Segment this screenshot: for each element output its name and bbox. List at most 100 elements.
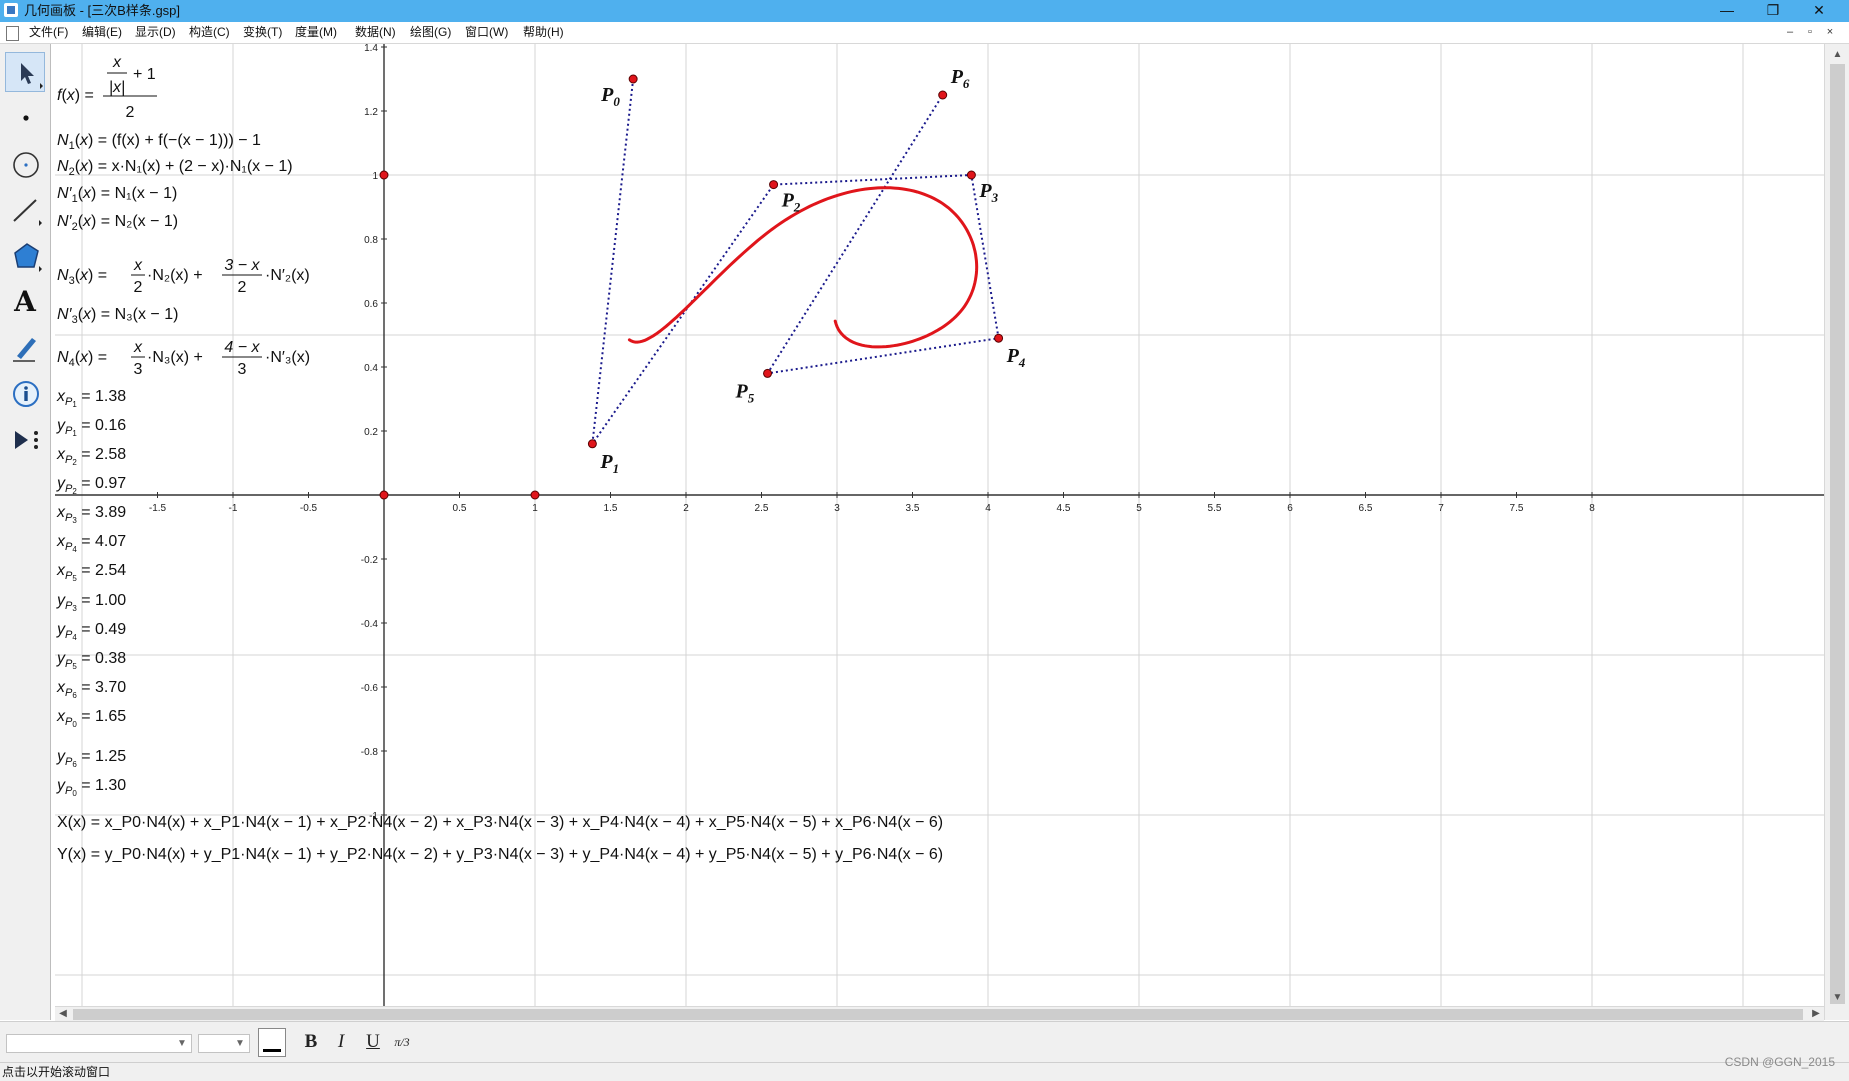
polygon-tool[interactable] <box>5 236 45 276</box>
mdi-restore-button[interactable]: ▫ <box>1802 25 1818 40</box>
f-inner-numerator: x <box>112 54 122 71</box>
text-tool[interactable]: A <box>5 282 45 322</box>
menu-window[interactable]: 窗口(W) <box>465 25 508 40</box>
N3-prime-definition: N′3(x) = N₃(x − 1) <box>57 306 178 326</box>
minimize-button[interactable]: — <box>1704 0 1750 22</box>
custom-tool[interactable] <box>5 420 45 460</box>
x-tick-label: 1.5 <box>604 503 618 514</box>
measurement-y-p0: yP0 = 1.30 <box>56 777 126 798</box>
document-icon[interactable] <box>6 26 19 41</box>
font-size-select[interactable]: ▼ <box>198 1034 250 1053</box>
fraction-numerator: 3 − x <box>224 257 260 274</box>
point-tool[interactable] <box>5 98 45 138</box>
N1-prime-definition: N′1(x) = N₁(x − 1) <box>57 185 177 205</box>
point-letter: P <box>735 380 749 402</box>
control-point-label: P5 <box>735 380 755 405</box>
x-tick-label: 7.5 <box>1510 503 1524 514</box>
measurement-value: = 3.70 <box>77 679 126 696</box>
text-color-button[interactable] <box>258 1028 286 1057</box>
formula-span: ) = x·N₁(x) + (2 − x)·N₁(x − 1) <box>88 158 293 175</box>
control-point-label: P2 <box>781 190 801 215</box>
y-tick-label: 0.2 <box>364 427 378 438</box>
underline-button[interactable]: U <box>361 1030 385 1054</box>
formula-span: Y(x) = y_P0·N4(x) + y_P1·N4(x − 1) + y_P… <box>57 846 943 863</box>
menu-file[interactable]: 文件(F) <box>29 25 68 40</box>
control-polygon <box>591 78 1000 445</box>
menu-graph[interactable]: 绘图(G) <box>410 25 451 40</box>
menu-bar: 文件(F) 编辑(E) 显示(D) 构造(C) 变换(T) 度量(M) 数据(N… <box>0 22 1849 44</box>
measurement-value: = 1.00 <box>77 592 126 609</box>
app-icon <box>4 3 18 17</box>
unit-point <box>379 170 389 180</box>
restore-button[interactable]: ❐ <box>1750 0 1796 22</box>
horizontal-scrollbar[interactable]: ◀ ▶ <box>55 1006 1824 1021</box>
measurement-x-p5: xP5 = 2.54 <box>56 562 126 583</box>
point-subscript: 6 <box>963 76 970 91</box>
measurement-y-p3: yP3 = 1.00 <box>56 592 126 613</box>
x-tick-label: 8 <box>1589 503 1595 514</box>
measurement-x-p0: xP0 = 1.65 <box>56 708 126 729</box>
mdi-minimize-button[interactable]: – <box>1782 25 1798 40</box>
scroll-down-arrow-icon[interactable]: ▼ <box>1825 989 1849 1007</box>
scroll-up-arrow-icon[interactable]: ▲ <box>1825 46 1849 64</box>
measurement-x-p1: xP1 = 1.38 <box>56 388 126 409</box>
point-subscript: 5 <box>748 390 755 405</box>
x-tick-label: -1 <box>229 503 238 514</box>
horizontal-scroll-thumb[interactable] <box>73 1009 1803 1020</box>
menu-construct[interactable]: 构造(C) <box>189 25 230 40</box>
straightedge-tool[interactable] <box>5 190 45 230</box>
control-point <box>966 170 976 180</box>
menu-data[interactable]: 数据(N) <box>355 25 396 40</box>
scroll-right-arrow-icon[interactable]: ▶ <box>1808 1007 1824 1021</box>
formula-span: ·N₂(x) + <box>147 267 203 284</box>
close-button[interactable]: ✕ <box>1796 0 1842 22</box>
menu-edit[interactable]: 编辑(E) <box>82 25 122 40</box>
point-letter: P <box>599 451 613 473</box>
bspline-curve <box>627 186 979 349</box>
X-parametric-definition: X(x) = x_P0·N4(x) + x_P1·N4(x − 1) + x_P… <box>57 814 943 831</box>
mdi-close-button[interactable]: × <box>1822 25 1838 40</box>
control-point <box>628 74 638 84</box>
vertical-scroll-thumb[interactable] <box>1830 64 1845 1004</box>
compass-tool[interactable] <box>5 144 45 184</box>
y-tick-label: -0.4 <box>361 619 379 630</box>
y-tick-label: -0.6 <box>361 683 379 694</box>
information-tool[interactable] <box>5 374 45 414</box>
menu-transform[interactable]: 变换(T) <box>243 25 282 40</box>
italic-button[interactable]: I <box>329 1030 353 1054</box>
status-text: 点击以开始滚动窗口 <box>2 1065 111 1079</box>
marker-tool[interactable] <box>5 328 45 368</box>
watermark: CSDN @GGN_2015 <box>1724 1055 1835 1069</box>
vertical-scrollbar[interactable]: ▲ ▼ <box>1824 44 1849 1020</box>
scroll-left-arrow-icon[interactable]: ◀ <box>55 1007 71 1021</box>
measurement-value: = 1.30 <box>77 777 126 794</box>
formula-span: ) = N₃(x − 1) <box>91 306 178 323</box>
menu-display[interactable]: 显示(D) <box>135 25 176 40</box>
measurement-value: = 1.25 <box>77 748 126 765</box>
f-outer-denominator: 2 <box>126 104 135 121</box>
point-letter: P <box>781 190 795 212</box>
chevron-down-icon: ▼ <box>177 1038 187 1049</box>
menu-measure[interactable]: 度量(M) <box>295 25 337 40</box>
formula-span: ) = <box>88 267 107 284</box>
point-subscript: 2 <box>793 200 801 215</box>
x-tick-label: 5 <box>1136 503 1142 514</box>
arrow-select-tool[interactable] <box>5 52 45 92</box>
formula-italic: N′ <box>57 185 73 202</box>
sketch-canvas[interactable]: -1.5 -1 -0.5 0.5 1 1.5 2 2.5 3 3.5 4 4.5 5 5.5 6 6.5 7 7.… <box>55 44 1824 1006</box>
y-tick-label: -0.8 <box>361 747 379 758</box>
y-tick-label: 0.8 <box>364 235 378 246</box>
formula-span: ) = <box>88 349 107 366</box>
control-point <box>994 333 1004 343</box>
menu-help[interactable]: 帮助(H) <box>523 25 564 40</box>
N4-definition-mid: ·N₃(x) + <box>147 349 203 366</box>
measurement-x-p6: xP6 = 3.70 <box>56 679 126 700</box>
f-inner-denominator: |x| <box>109 79 125 96</box>
formula-span: ) = <box>75 87 94 104</box>
bold-button[interactable]: B <box>299 1030 323 1054</box>
math-format-button[interactable]: π/3 <box>390 1030 414 1054</box>
polygon-tool-icon <box>14 243 42 272</box>
font-family-select[interactable]: ▼ <box>6 1034 192 1053</box>
graph-svg[interactable]: -1.5 -1 -0.5 0.5 1 1.5 2 2.5 3 3.5 4 4.5 5 5.5 6 6.5 7 7.… <box>55 44 1824 1006</box>
N4-definition-tail: ·N′₃(x) <box>265 349 310 366</box>
